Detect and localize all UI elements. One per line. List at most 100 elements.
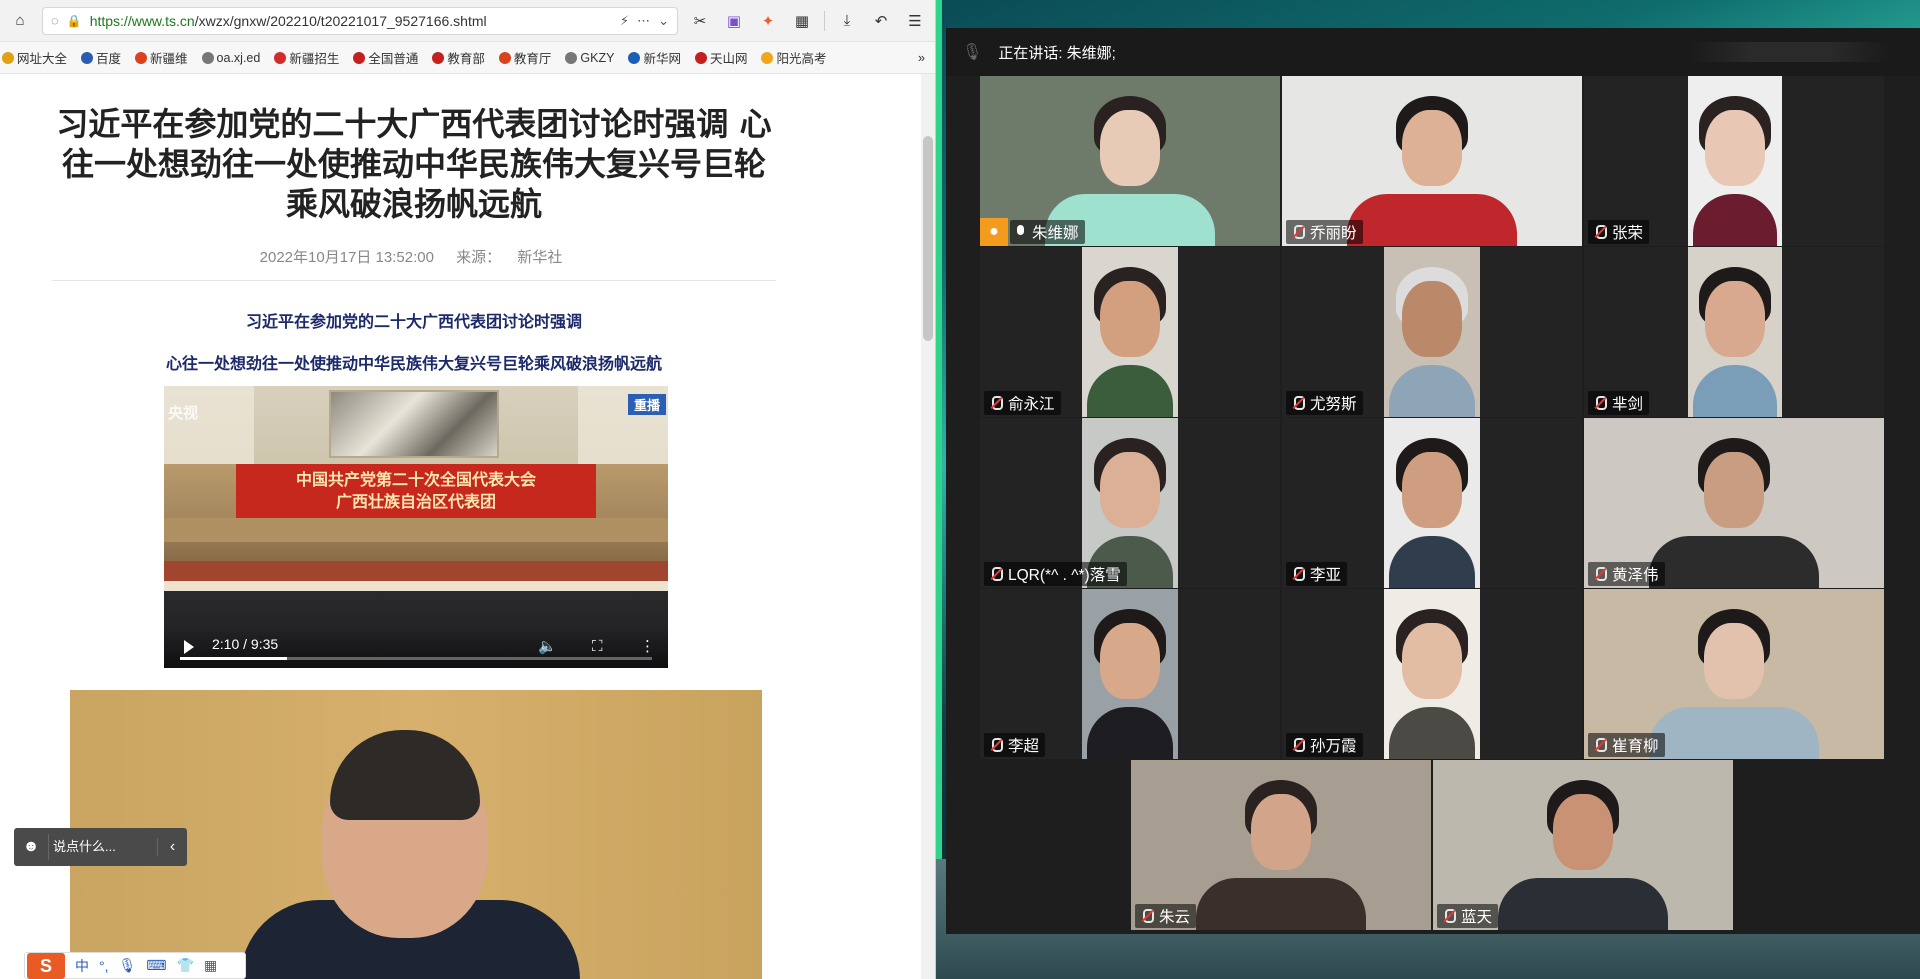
mic-icon[interactable]: 🎙 <box>119 957 137 974</box>
meeting-topbar: 🎙 正在讲话: 朱维娜; <box>946 28 1920 76</box>
bookmark-item[interactable]: 天山网 <box>694 48 748 67</box>
video-player[interactable]: 中国共产党第二十次全国代表大会 广西壮族自治区代表团 央视 重播 2:10 / … <box>164 386 668 668</box>
apps-icon[interactable]: ▦ <box>790 9 814 33</box>
bookmark-icon <box>135 51 148 64</box>
participant-figure <box>1086 707 1174 759</box>
participant-label: 张荣 <box>1588 220 1650 244</box>
participant-tile[interactable]: 朱云 <box>1131 760 1431 930</box>
mic-muted-icon <box>1290 224 1306 240</box>
participant-label: 俞永江 <box>984 391 1061 415</box>
participant-figure <box>1402 110 1462 186</box>
participant-figure <box>1100 623 1160 699</box>
ime-mode[interactable]: 中 <box>75 956 89 976</box>
video-frame <box>164 518 668 542</box>
fullscreen-icon[interactable]: ⛶ <box>592 638 603 655</box>
play-icon[interactable] <box>184 640 194 654</box>
cut-icon[interactable]: ✂ <box>688 9 712 33</box>
participant-tile[interactable]: 俞永江 <box>980 247 1280 417</box>
back-icon[interactable]: ⌂ <box>8 9 32 33</box>
participant-tile[interactable]: 尤努斯 <box>1282 247 1582 417</box>
emoji-icon[interactable]: ☻ <box>14 838 48 856</box>
video-logo: 央视 <box>168 405 199 422</box>
bookmarks-more-icon[interactable]: » <box>918 51 933 65</box>
translate-icon[interactable]: ▣ <box>722 9 746 33</box>
bookmark-item[interactable]: 阳光高考 <box>761 48 826 67</box>
sogou-logo-icon[interactable]: S <box>27 952 65 979</box>
mic-icon[interactable]: 🎙 <box>962 42 982 62</box>
participant-figure <box>1086 365 1174 417</box>
undo-icon[interactable]: ↶ <box>869 9 893 33</box>
participant-tile[interactable]: 黄泽伟 <box>1584 418 1884 588</box>
bookmark-item[interactable]: oa.xj.ed <box>201 51 260 65</box>
lock-icon: 🔒 <box>66 13 82 28</box>
volume-icon[interactable]: 🔈 <box>538 637 557 655</box>
bookmark-item[interactable]: 全国普通 <box>353 48 418 67</box>
participant-label: 乔丽盼 <box>1286 220 1363 244</box>
participant-figure <box>1388 365 1476 417</box>
participant-tile[interactable]: ● 朱维娜 <box>980 76 1280 246</box>
participant-tile[interactable]: 孙万霞 <box>1282 589 1582 759</box>
comment-widget[interactable]: ☻ 说点什么... ‹ <box>14 828 187 866</box>
article-page: 习近平在参加党的二十大广西代表团讨论时强调 心往一处想劲往一处使推动中华民族伟大… <box>0 74 922 979</box>
video-time: 2:10 / 9:35 <box>212 636 279 652</box>
skin-icon[interactable]: 👕 <box>177 957 194 974</box>
photo-figure <box>330 730 480 820</box>
comment-input[interactable]: 说点什么... <box>48 834 157 860</box>
chevron-down-icon[interactable]: ⌄ <box>658 13 669 29</box>
bookmark-icon <box>274 51 287 64</box>
bookmark-item[interactable]: 百度 <box>81 48 121 67</box>
browser-window: ⌂ ◌ 🔒 https://www.ts.cn/xwzx/gnxw/202210… <box>0 0 936 979</box>
host-badge-icon: ● <box>980 218 1008 246</box>
mic-muted-icon <box>1441 908 1457 924</box>
ime-toolbar[interactable]: S 中 °, 🎙 ⌨ 👕 ▦ <box>24 952 246 979</box>
bookmark-item[interactable]: 网址大全 <box>2 48 67 67</box>
meeting-window: 🎙 正在讲话: 朱维娜; ● 朱维娜 乔丽盼 张荣俞永江 尤努斯 芈剑 LQR(*^ . ^… <box>946 28 1920 934</box>
bookmark-item[interactable]: 教育厅 <box>498 48 551 67</box>
bookmark-item[interactable]: 新疆维 <box>135 48 188 67</box>
bookmark-icon <box>2 51 14 64</box>
toolbox-icon[interactable]: ▦ <box>204 957 217 974</box>
participant-tile[interactable]: 崔育柳 <box>1584 589 1884 759</box>
menu-icon[interactable]: ☰ <box>903 9 927 33</box>
more-icon[interactable]: ⋯ <box>637 13 650 29</box>
scrollbar[interactable] <box>921 74 935 979</box>
participant-video <box>1082 589 1178 759</box>
participant-figure <box>1692 194 1778 246</box>
bookmark-item[interactable]: 新华网 <box>628 48 681 67</box>
bookmark-icon <box>565 51 578 64</box>
participant-video <box>1384 247 1480 417</box>
mic-muted-icon <box>988 737 1004 753</box>
bookmark-item[interactable]: 新疆招生 <box>274 48 339 67</box>
divider <box>52 280 776 281</box>
ime-punct[interactable]: °, <box>99 958 109 974</box>
participant-figure <box>1692 365 1778 417</box>
keyboard-icon[interactable]: ⌨ <box>146 957 166 974</box>
participant-tile[interactable]: 乔丽盼 <box>1282 76 1582 246</box>
shield-icon: ◌ <box>51 13 59 28</box>
participant-label: 芈剑 <box>1588 391 1650 415</box>
lightning-icon[interactable]: ⚡ <box>620 13 629 29</box>
bookmark-label: 天山网 <box>709 52 748 66</box>
collapse-arrow-icon[interactable]: ‹ <box>157 838 187 856</box>
participant-tile[interactable]: 李亚 <box>1282 418 1582 588</box>
participant-figure <box>1388 707 1476 759</box>
participant-name: 乔丽盼 <box>1310 225 1357 242</box>
participant-tile[interactable]: 芈剑 <box>1584 247 1884 417</box>
participant-label: LQR(*^ . ^*)落雪 <box>984 562 1127 586</box>
more-icon[interactable]: ⋮ <box>640 637 655 655</box>
participant-tile[interactable]: 蓝天 <box>1433 760 1733 930</box>
participant-figure <box>1704 452 1764 528</box>
mic-muted-icon <box>1592 737 1608 753</box>
scrollbar-thumb[interactable] <box>923 136 933 341</box>
bookmark-item[interactable]: GKZY <box>565 51 614 65</box>
video-progress[interactable] <box>180 657 652 660</box>
game-icon[interactable]: ✦ <box>756 9 780 33</box>
participant-tile[interactable]: LQR(*^ . ^*)落雪 <box>980 418 1280 588</box>
download-icon[interactable]: ⤓ <box>835 9 859 33</box>
bookmark-item[interactable]: 教育部 <box>432 48 485 67</box>
participant-tile[interactable]: 李超 <box>980 589 1280 759</box>
address-bar[interactable]: ◌ 🔒 https://www.ts.cn/xwzx/gnxw/202210/t… <box>42 6 678 35</box>
participant-tile[interactable]: 张荣 <box>1584 76 1884 246</box>
participant-name: 俞永江 <box>1008 396 1055 413</box>
mic-muted-icon <box>1139 908 1155 924</box>
